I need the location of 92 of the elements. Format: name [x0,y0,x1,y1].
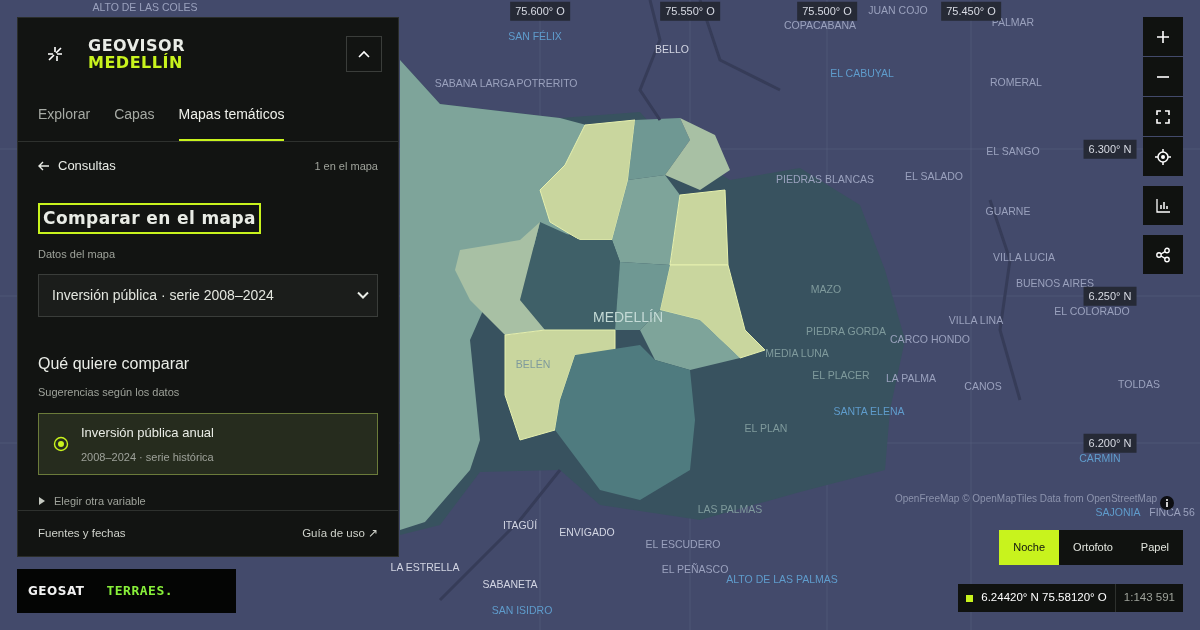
place-label: POTRERITO [516,76,578,92]
place-label: SAN ISIDRO [491,603,553,619]
data-select[interactable]: Inversión pública · serie 2008–2024 [38,273,378,317]
zoom-in-button[interactable] [1143,17,1183,56]
place-label: VILLA LINA [948,313,1004,329]
place-label: EL SALADO [905,169,963,185]
place-label: ROMERAL [990,75,1042,91]
place-label: PIEDRA GORDA [806,324,886,340]
basemap-tab[interactable]: Ortofoto [1059,530,1127,565]
place-label: SABANETA [482,577,538,593]
bar-chart-icon [1155,197,1171,214]
share-icon [1155,246,1171,263]
place-label: ITAGÜÍ [502,518,538,534]
logo-icon [46,45,64,63]
sources-link[interactable]: Fuentes y fechas [38,524,126,542]
minus-icon [1155,75,1171,78]
place-label: ALTO DE LAS PALMAS [726,573,838,588]
partner-logo: GEOSAT [28,583,85,600]
place-label: CANOS [964,379,1002,395]
option-card[interactable]: Inversión pública anual 2008–2024 · serie histórica [38,413,378,475]
latitude-label: 6.300° N [1083,139,1137,159]
place-label: ALTO DE LAS COLES [92,0,198,16]
field-label: Datos del mapa [38,247,117,262]
expander-toggle[interactable]: Elegir otra variable [38,493,378,510]
chart-button[interactable] [1143,186,1183,225]
logo-title: GEOVISOR [88,37,185,54]
place-label: EL CABUYAL [830,66,894,82]
count-text: 1 en el mapa [314,158,378,174]
fullscreen-icon [1155,108,1171,125]
longitude-label: 75.550° O [660,1,720,21]
locate-button[interactable] [1143,137,1183,176]
guide-link[interactable]: Guía de uso ↗ [302,524,378,542]
place-label: ENVIGADO [559,525,615,541]
place-label: JUAN COJO [868,3,928,19]
place-label: SAJONIA [1095,505,1141,521]
place-label: MEDIA LUNA [765,346,829,362]
chevron-up-icon [358,50,370,58]
option-title: Inversión pública anual [81,424,214,442]
scale-text: 1:143 591 [1114,584,1183,612]
section-subtitle: Sugerencias según los datos [38,384,181,400]
info-icon[interactable] [1160,496,1174,510]
longitude-label: 75.450° O [941,1,1001,21]
place-label: CARCO HONDO [890,332,970,348]
place-label: SABANA LARGA [434,76,516,92]
partner-logo: TERRAES. [106,582,174,601]
chevron-down-icon [357,291,369,299]
place-label: SANTA ELENA [833,404,905,420]
basemap-tab[interactable]: Papel [1126,530,1183,565]
latitude-label: 6.250° N [1083,286,1137,306]
place-label: EL COLORADO [1054,304,1130,320]
plus-icon [1155,28,1171,45]
option-subtitle: 2008–2024 · serie histórica [81,449,214,465]
place-label: SAN FÉLIX [508,29,562,45]
place-label: CARMÍN [1079,451,1121,467]
fullscreen-button[interactable] [1143,97,1183,136]
place-label: LAS PALMAS [697,502,763,518]
place-label: BELÉN [515,357,551,373]
place-label: EL ESCUDERO [645,537,721,553]
tab[interactable]: Capas [114,104,155,141]
collapse-button[interactable] [346,36,382,72]
locate-icon [1155,148,1171,165]
share-button[interactable] [1143,235,1183,274]
coordinates-text: 6.24420° N 75.58120° O [981,590,1107,606]
place-label: BELLO [655,42,689,58]
place-label: FINCA 56 [1149,505,1195,521]
place-label: PIEDRAS BLANCAS [776,172,874,188]
latitude-label: 6.200° N [1083,433,1137,453]
place-label: COPACABANA [783,18,857,34]
longitude-label: 75.500° O [797,1,857,21]
place-label: MEDELLÍN [593,307,663,327]
back-arrow-icon [38,160,50,171]
place-label: LA ESTRELLA [390,560,460,576]
place-label: TOLDAS [1118,377,1160,393]
tab[interactable]: Explorar [38,104,91,141]
place-label: EL PEÑASCO [661,562,729,576]
attribution-text: OpenFreeMap © OpenMapTiles Data from OpenStreetMap [894,491,1158,506]
longitude-label: 75.600° O [510,1,570,21]
section-title: Qué quiere comparar [38,353,191,374]
place-label: GUARNE [985,204,1031,220]
place-label: EL PLACER [812,368,870,384]
place-label: MAZO [810,282,842,298]
tab[interactable]: Mapas temáticos [178,104,285,141]
place-label: EL PLAN [744,421,788,437]
logo-subtitle: MEDELLÍN [88,54,184,71]
place-label: LA PALMA [886,371,936,387]
place-label: EL SANGO [986,144,1040,160]
basemap-tab[interactable]: Noche [999,530,1060,565]
marker-icon [966,594,974,602]
section-heading: Comparar en el mapa [38,202,261,234]
back-link[interactable]: Consultas [38,156,116,176]
place-label: VILLA LUCIA [993,250,1055,266]
radio-button[interactable] [53,436,69,452]
